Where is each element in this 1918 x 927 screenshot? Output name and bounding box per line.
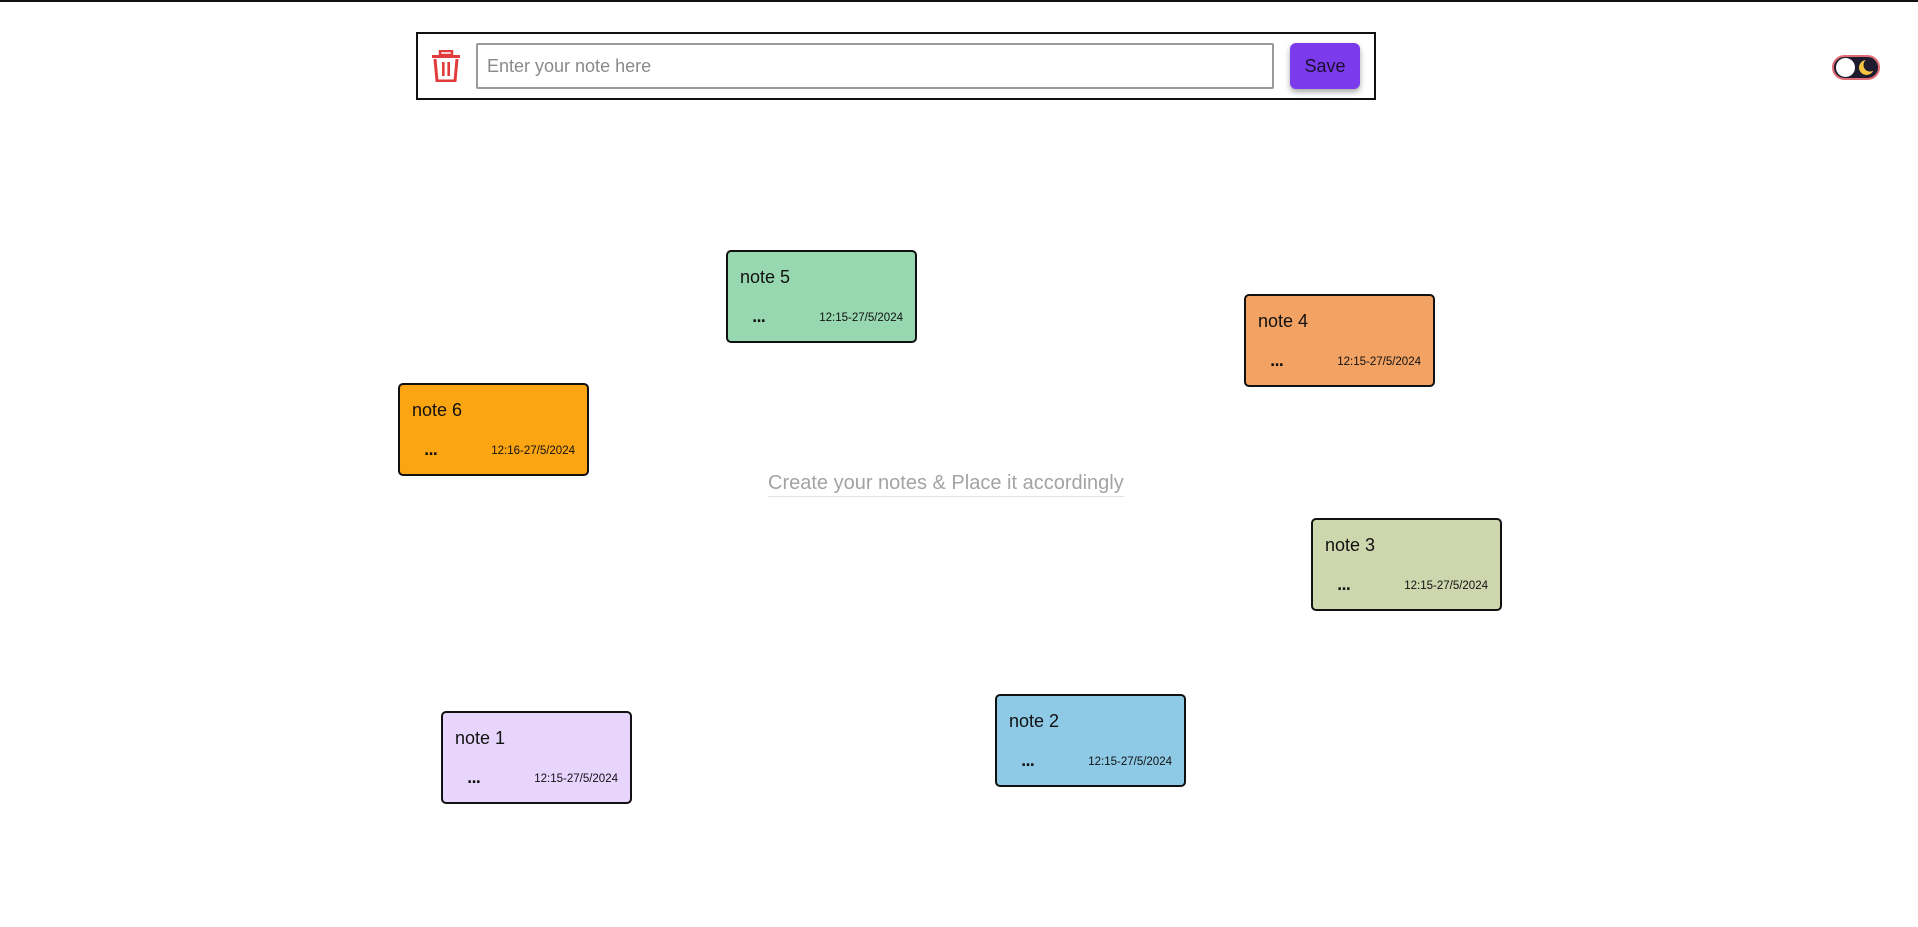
moon-icon (1859, 59, 1875, 75)
note-timestamp: 12:15-27/5/2024 (1404, 580, 1488, 592)
note-title: note 5 (740, 267, 791, 287)
empty-state-hint: Create your notes & Place it accordingly (768, 472, 1124, 497)
note-title: note 3 (1325, 535, 1376, 555)
note-footer: ... 12:16-27/5/2024 (412, 444, 575, 458)
note-timestamp: 12:15-27/5/2024 (1088, 756, 1172, 768)
trash-icon (432, 50, 460, 82)
note-timestamp: 12:15-27/5/2024 (819, 312, 903, 324)
toggle-knob (1836, 58, 1855, 77)
note-footer: ... 12:15-27/5/2024 (1009, 755, 1172, 769)
note-timestamp: 12:15-27/5/2024 (1337, 356, 1421, 368)
note-timestamp: 12:15-27/5/2024 (534, 773, 618, 785)
note-input[interactable] (476, 43, 1274, 89)
note-title: note 6 (412, 400, 463, 420)
note-menu-button[interactable]: ... (1270, 355, 1284, 369)
note-menu-button[interactable]: ... (752, 311, 766, 325)
note-card[interactable]: note 5 ... 12:15-27/5/2024 (726, 250, 917, 343)
note-menu-button[interactable]: ... (424, 444, 438, 458)
note-footer: ... 12:15-27/5/2024 (1258, 355, 1421, 369)
note-menu-button[interactable]: ... (467, 772, 481, 786)
note-menu-button[interactable]: ... (1337, 579, 1351, 593)
note-card[interactable]: note 1 ... 12:15-27/5/2024 (441, 711, 632, 804)
note-title: note 2 (1009, 711, 1060, 731)
delete-button[interactable] (428, 48, 464, 84)
note-timestamp: 12:16-27/5/2024 (491, 445, 575, 457)
note-footer: ... 12:15-27/5/2024 (1325, 579, 1488, 593)
save-button[interactable]: Save (1290, 43, 1360, 89)
theme-toggle[interactable] (1832, 55, 1880, 80)
note-card[interactable]: note 4 ... 12:15-27/5/2024 (1244, 294, 1435, 387)
note-title: note 4 (1258, 311, 1309, 331)
note-footer: ... 12:15-27/5/2024 (455, 772, 618, 786)
note-toolbar: Save (416, 32, 1376, 100)
note-footer: ... 12:15-27/5/2024 (740, 311, 903, 325)
note-card[interactable]: note 2 ... 12:15-27/5/2024 (995, 694, 1186, 787)
note-title: note 1 (455, 728, 506, 748)
note-menu-button[interactable]: ... (1021, 755, 1035, 769)
note-card[interactable]: note 6 ... 12:16-27/5/2024 (398, 383, 589, 476)
note-card[interactable]: note 3 ... 12:15-27/5/2024 (1311, 518, 1502, 611)
